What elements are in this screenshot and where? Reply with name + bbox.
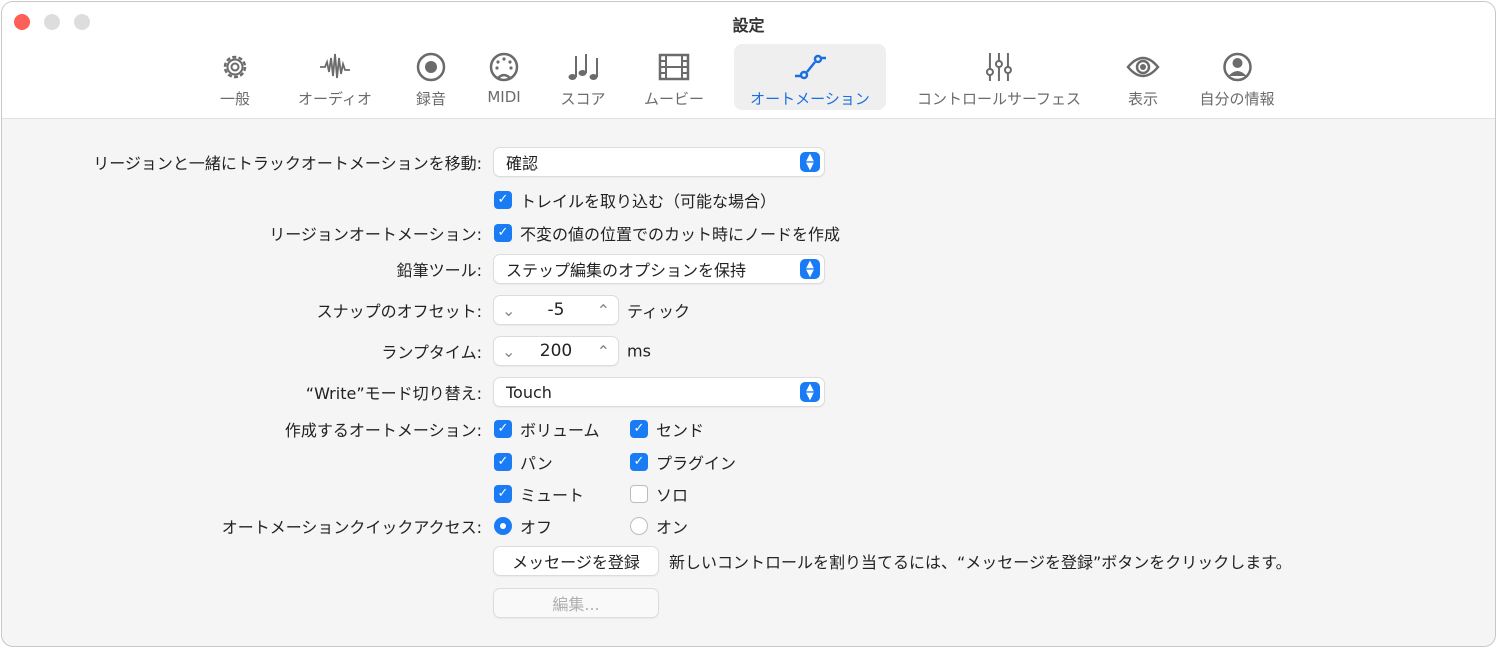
checkmark-icon: ✓ [630, 453, 648, 471]
region-label: リージョンオートメーション: [269, 221, 482, 245]
checkmark-icon: ✓ [494, 224, 512, 242]
eye-icon [1126, 50, 1160, 84]
checkbox-label: トレイルを取り込む（可能な場合） [520, 188, 776, 212]
pencil-label: 鉛筆ツール: [397, 257, 482, 281]
tab-movie[interactable]: ムービー [644, 44, 704, 110]
checkmark-icon: ✓ [494, 485, 512, 503]
gear-icon [218, 50, 252, 84]
checkbox-label: ミュート [520, 482, 584, 506]
tab-label: 録音 [416, 88, 446, 109]
checkbox-label: ボリューム [520, 417, 600, 441]
volume-checkbox[interactable]: ✓ ボリューム [494, 417, 600, 441]
settings-window: 設定 一般 オーディオ 録音 MIDI スコア ムービー オートメーション コン… [1, 1, 1496, 647]
popup-value: ステップ編集のオプションを保持 [506, 257, 746, 281]
midi-icon [487, 50, 521, 84]
checkbox-label: センド [656, 417, 704, 441]
tab-label: 自分の情報 [1199, 88, 1274, 109]
learn-hint: 新しいコントロールを割り当てるには、“メッセージを登録”ボタンをクリックします。 [669, 549, 1292, 573]
plugin-checkbox[interactable]: ✓ プラグイン [630, 450, 736, 474]
chevron-updown-icon: ▲▼ [800, 152, 820, 172]
tab-audio[interactable]: オーディオ [298, 44, 372, 110]
chevron-up-icon[interactable]: ⌃ [597, 301, 610, 320]
popup-value: Touch [506, 383, 552, 402]
ramp-unit: ms [627, 342, 651, 361]
notes-icon [566, 50, 600, 84]
tab-label: オーディオ [298, 88, 372, 109]
solo-checkbox[interactable]: ソロ [630, 482, 688, 506]
tab-label: MIDI [487, 88, 520, 106]
stepper-value[interactable]: -5 [548, 300, 565, 320]
chevron-down-icon[interactable]: ⌄ [502, 342, 515, 361]
write-label: “Write”モード切り替え: [306, 380, 482, 404]
radio-dot [630, 517, 648, 535]
chevron-up-icon[interactable]: ⌃ [597, 342, 610, 361]
create-label: 作成するオートメーション: [285, 417, 482, 441]
checkmark-icon: ✓ [494, 420, 512, 438]
move-label: リージョンと一緒にトラックオートメーションを移動: [93, 150, 482, 174]
snap-label: スナップのオフセット: [317, 298, 482, 322]
mute-checkbox[interactable]: ✓ ミュート [494, 482, 584, 506]
tab-label: コントロールサーフェス [917, 88, 1081, 109]
tab-label: スコア [560, 88, 605, 109]
tab-control-surfaces[interactable]: コントロールサーフェス [917, 44, 1081, 110]
tab-general[interactable]: 一般 [218, 44, 252, 110]
ramp-label: ランプタイム: [381, 339, 482, 363]
tab-automation[interactable]: オートメーション [734, 44, 886, 110]
checkbox-label: パン [520, 450, 553, 474]
snap-unit: ティック [627, 298, 690, 322]
sliders-icon [982, 50, 1016, 84]
quick-access-label: オートメーションクイックアクセス: [222, 514, 482, 538]
move-popup[interactable]: 確認 ▲▼ [494, 148, 824, 176]
snap-stepper[interactable]: ⌄ -5 ⌃ [494, 296, 618, 324]
window-title: 設定 [2, 12, 1495, 36]
waveform-icon [318, 50, 352, 84]
learn-message-button[interactable]: メッセージを登録 [494, 547, 658, 575]
quick-on-radio[interactable]: オン [630, 514, 688, 538]
tab-score[interactable]: スコア [560, 44, 605, 110]
write-popup[interactable]: Touch ▲▼ [494, 378, 824, 406]
automation-icon [793, 50, 827, 84]
edit-button[interactable]: 編集... [494, 589, 658, 617]
pencil-popup[interactable]: ステップ編集のオプションを保持 ▲▼ [494, 255, 824, 283]
film-icon [657, 50, 691, 84]
person-icon [1220, 50, 1254, 84]
node-checkbox[interactable]: ✓ 不変の値の位置でのカット時にノードを作成 [494, 221, 840, 245]
tab-my-info[interactable]: 自分の情報 [1199, 44, 1274, 110]
checkmark-icon: ✓ [494, 191, 512, 209]
checkbox-label: 不変の値の位置でのカット時にノードを作成 [520, 221, 840, 245]
record-icon [414, 50, 448, 84]
tab-label: 表示 [1128, 88, 1158, 109]
trail-checkbox[interactable]: ✓ トレイルを取り込む（可能な場合） [494, 188, 776, 212]
quick-off-radio[interactable]: オフ [494, 514, 552, 538]
chevron-updown-icon: ▲▼ [800, 259, 820, 279]
pan-checkbox[interactable]: ✓ パン [494, 450, 553, 474]
tab-midi[interactable]: MIDI [487, 44, 521, 110]
radio-dot [494, 517, 512, 535]
checkbox-box [630, 485, 648, 503]
chevron-updown-icon: ▲▼ [800, 382, 820, 402]
tab-record[interactable]: 録音 [414, 44, 448, 110]
ramp-stepper[interactable]: ⌄ 200 ⌃ [494, 337, 618, 365]
tab-display[interactable]: 表示 [1126, 44, 1160, 110]
send-checkbox[interactable]: ✓ センド [630, 417, 704, 441]
tab-label: 一般 [220, 88, 250, 109]
chevron-down-icon[interactable]: ⌄ [502, 301, 515, 320]
checkbox-label: ソロ [656, 482, 688, 506]
stepper-value[interactable]: 200 [540, 341, 572, 361]
tab-label: オートメーション [750, 88, 870, 109]
checkbox-label: プラグイン [656, 450, 736, 474]
checkmark-icon: ✓ [630, 420, 648, 438]
checkmark-icon: ✓ [494, 453, 512, 471]
tab-label: ムービー [644, 88, 704, 109]
radio-label: オフ [520, 514, 552, 538]
toolbar: 設定 一般 オーディオ 録音 MIDI スコア ムービー オートメーション コン… [2, 2, 1495, 119]
radio-label: オン [656, 514, 688, 538]
popup-value: 確認 [506, 150, 538, 174]
